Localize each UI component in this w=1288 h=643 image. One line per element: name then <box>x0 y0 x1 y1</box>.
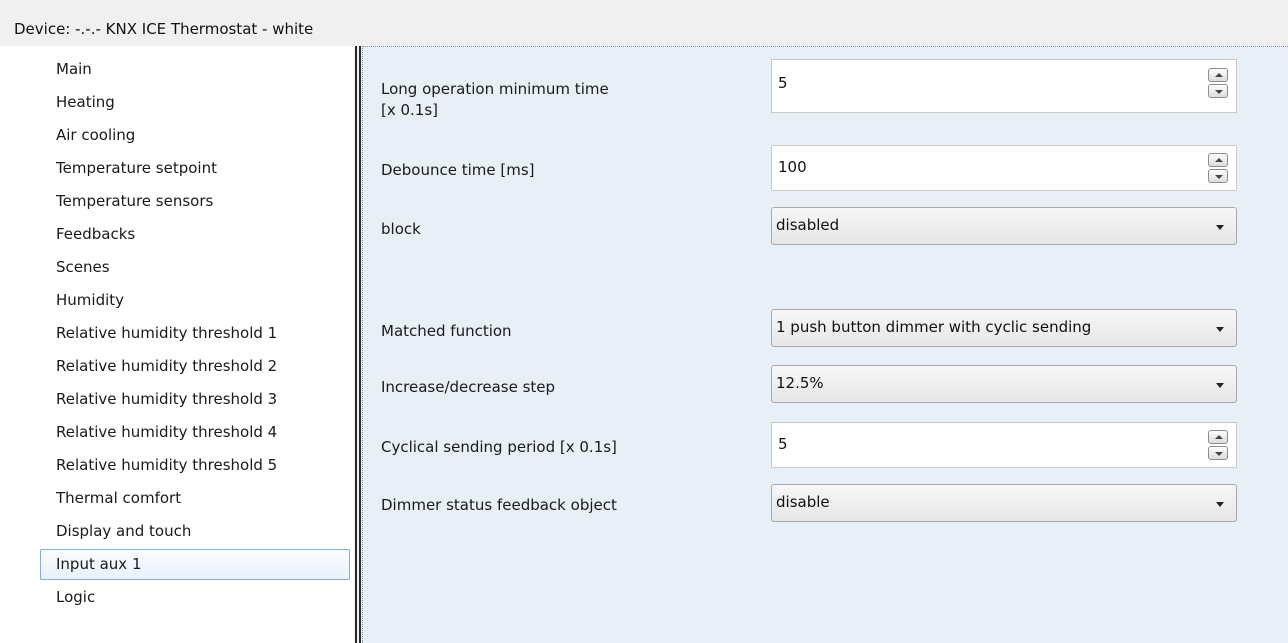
chevron-up-icon <box>1215 435 1223 439</box>
block-label: block <box>381 220 421 238</box>
dropdown-arrow-icon <box>1216 383 1224 388</box>
cyclical-period-value[interactable]: 5 <box>778 435 788 453</box>
sidebar-item-thermal-comfort[interactable]: Thermal comfort <box>40 483 350 514</box>
chevron-down-icon <box>1215 452 1223 456</box>
sidebar-item-heating[interactable]: Heating <box>40 87 350 118</box>
cyclical-period-spinbox[interactable]: 5 <box>771 422 1237 468</box>
sidebar-item-humidity[interactable]: Humidity <box>40 285 350 316</box>
dropdown-arrow-icon <box>1216 225 1224 230</box>
dimmer-feedback-label: Dimmer status feedback object <box>381 496 617 514</box>
window-title: Device: -.-.- KNX ICE Thermostat - white <box>14 20 314 38</box>
block-value: disabled <box>776 216 840 234</box>
spin-down-button[interactable] <box>1208 169 1228 183</box>
spin-up-button[interactable] <box>1208 68 1228 82</box>
sidebar-nav: Main Heating Air cooling Temperature set… <box>0 46 354 643</box>
parameter-panel: Long operation minimum time [x 0.1s] 5 D… <box>362 46 1288 643</box>
dimmer-feedback-dropdown[interactable]: disable <box>771 484 1237 522</box>
dropdown-arrow-icon <box>1216 327 1224 332</box>
spin-down-button[interactable] <box>1208 446 1228 460</box>
sidebar-item-temperature-sensors[interactable]: Temperature sensors <box>40 186 350 217</box>
cyclical-period-label: Cyclical sending period [x 0.1s] <box>381 438 617 456</box>
step-label: Increase/decrease step <box>381 378 556 396</box>
sidebar-item-logic[interactable]: Logic <box>40 582 350 613</box>
debounce-time-label: Debounce time [ms] <box>381 161 535 179</box>
pane-splitter[interactable] <box>354 46 362 643</box>
matched-function-dropdown[interactable]: 1 push button dimmer with cyclic sending <box>771 309 1237 347</box>
matched-function-value: 1 push button dimmer with cyclic sending <box>776 318 1092 336</box>
long-operation-spinbox[interactable]: 5 <box>771 59 1237 113</box>
cyclical-spin-buttons <box>1208 430 1228 460</box>
step-value: 12.5% <box>776 374 824 392</box>
step-dropdown[interactable]: 12.5% <box>771 365 1237 403</box>
sidebar-item-rh-threshold-2[interactable]: Relative humidity threshold 2 <box>40 351 350 382</box>
debounce-time-value[interactable]: 100 <box>778 158 807 176</box>
long-operation-spin-buttons <box>1208 68 1228 98</box>
debounce-spin-buttons <box>1208 153 1228 183</box>
long-operation-value[interactable]: 5 <box>778 74 788 92</box>
sidebar-item-main[interactable]: Main <box>40 54 350 85</box>
sidebar-item-scenes[interactable]: Scenes <box>40 252 350 283</box>
chevron-down-icon <box>1215 90 1223 94</box>
spin-up-button[interactable] <box>1208 153 1228 167</box>
sidebar-item-rh-threshold-4[interactable]: Relative humidity threshold 4 <box>40 417 350 448</box>
sidebar-item-rh-threshold-5[interactable]: Relative humidity threshold 5 <box>40 450 350 481</box>
debounce-time-spinbox[interactable]: 100 <box>771 145 1237 191</box>
chevron-up-icon <box>1215 73 1223 77</box>
dimmer-feedback-value: disable <box>776 493 830 511</box>
spin-up-button[interactable] <box>1208 430 1228 444</box>
sidebar-item-rh-threshold-1[interactable]: Relative humidity threshold 1 <box>40 318 350 349</box>
sidebar-item-input-aux-1[interactable]: Input aux 1 <box>40 549 350 580</box>
chevron-down-icon <box>1215 175 1223 179</box>
sidebar-item-feedbacks[interactable]: Feedbacks <box>40 219 350 250</box>
sidebar-item-air-cooling[interactable]: Air cooling <box>40 120 350 151</box>
sidebar-item-display-and-touch[interactable]: Display and touch <box>40 516 350 547</box>
sidebar-item-rh-threshold-3[interactable]: Relative humidity threshold 3 <box>40 384 350 415</box>
block-dropdown[interactable]: disabled <box>771 207 1237 245</box>
spin-down-button[interactable] <box>1208 84 1228 98</box>
dropdown-arrow-icon <box>1216 502 1224 507</box>
long-operation-label: Long operation minimum time [x 0.1s] <box>381 80 609 119</box>
chevron-up-icon <box>1215 158 1223 162</box>
sidebar-item-temperature-setpoint[interactable]: Temperature setpoint <box>40 153 350 184</box>
matched-function-label: Matched function <box>381 322 512 340</box>
